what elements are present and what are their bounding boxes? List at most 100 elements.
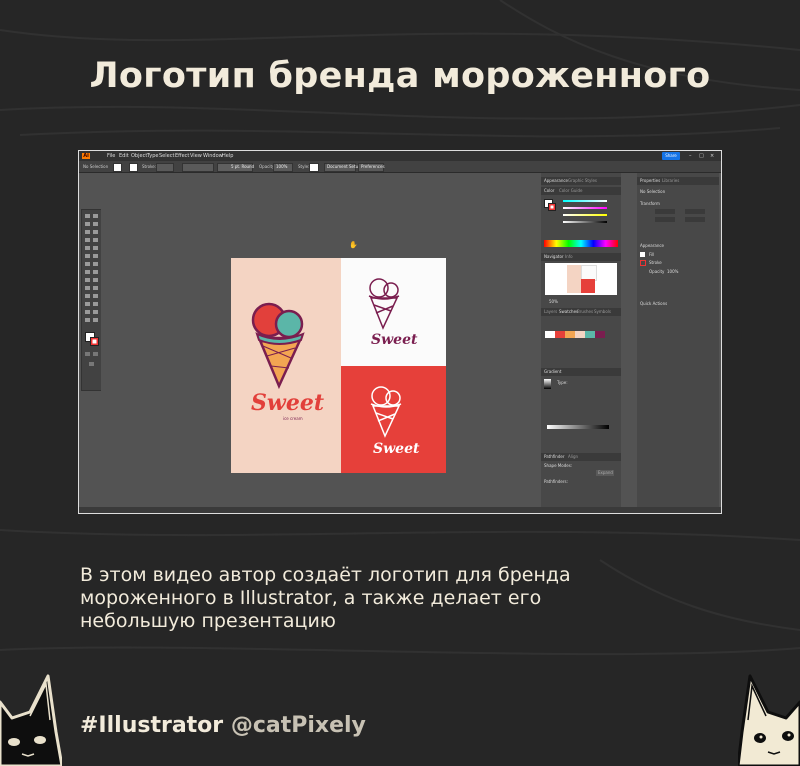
- swatch[interactable]: [595, 331, 605, 338]
- tab-graphic-styles[interactable]: Graphic Styles: [568, 178, 597, 183]
- eraser-tool-icon[interactable]: [93, 254, 98, 258]
- canvas[interactable]: ✋ Sweet ice cream Sweet Sweet: [101, 173, 531, 509]
- menu-select[interactable]: Select: [159, 151, 174, 161]
- width-tool-icon[interactable]: [85, 270, 90, 274]
- x-field[interactable]: [655, 209, 675, 214]
- tab-align[interactable]: Align: [568, 454, 578, 459]
- curvature-tool-icon[interactable]: [93, 230, 98, 234]
- symbol-sprayer-tool-icon[interactable]: [85, 302, 90, 306]
- selection-tool-icon[interactable]: [85, 214, 90, 218]
- share-button[interactable]: Share: [662, 152, 680, 160]
- swatch[interactable]: [565, 331, 575, 338]
- brush-value: 5 pt. Round: [231, 164, 255, 169]
- tab-symbols[interactable]: Symbols: [594, 309, 611, 314]
- preferences-label: Preferences: [361, 164, 385, 169]
- swatch[interactable]: [585, 331, 595, 338]
- rotate-tool-icon[interactable]: [85, 262, 90, 266]
- shape-builder-tool-icon[interactable]: [85, 278, 90, 282]
- h-field[interactable]: [685, 217, 705, 222]
- scale-tool-icon[interactable]: [93, 262, 98, 266]
- navigator-zoom[interactable]: 50%: [549, 299, 558, 304]
- eyedropper-tool-icon[interactable]: [85, 294, 90, 298]
- tab-info[interactable]: Info: [565, 254, 573, 259]
- maximize-icon[interactable]: □: [699, 151, 704, 161]
- swatch[interactable]: [555, 331, 565, 338]
- paintbrush-tool-icon[interactable]: [93, 246, 98, 250]
- line-tool-icon[interactable]: [93, 238, 98, 242]
- opacity-value[interactable]: 100%: [667, 269, 678, 274]
- tab-pathfinder[interactable]: Pathfinder: [544, 454, 565, 459]
- magenta-slider[interactable]: [563, 207, 607, 209]
- gradient-type-label: Type:: [557, 380, 568, 385]
- logo-tagline-color: ice cream: [283, 416, 303, 421]
- menu-effect[interactable]: Effect: [175, 151, 189, 161]
- free-transform-tool-icon[interactable]: [93, 270, 98, 274]
- black-slider[interactable]: [563, 221, 607, 223]
- screen-mode-icon[interactable]: [93, 352, 98, 356]
- w-field[interactable]: [655, 217, 675, 222]
- menu-file[interactable]: File: [107, 151, 115, 161]
- slice-tool-icon[interactable]: [93, 310, 98, 314]
- tab-color[interactable]: Color: [544, 188, 554, 193]
- stroke-color-icon[interactable]: [640, 260, 646, 266]
- stroke-label: Stroke:: [142, 164, 157, 169]
- swatch[interactable]: [545, 331, 555, 338]
- y-field[interactable]: [685, 209, 705, 214]
- footer-tags: #Illustrator @catPixely: [80, 713, 366, 738]
- gradient-slider[interactable]: [547, 425, 609, 429]
- direct-selection-tool-icon[interactable]: [93, 214, 98, 218]
- navigator-preview[interactable]: [545, 263, 617, 295]
- style-swatch[interactable]: [309, 163, 319, 172]
- menu-object[interactable]: Object: [131, 151, 147, 161]
- color-spectrum[interactable]: [544, 240, 618, 247]
- description-line: В этом видео автор создаёт логотип для б…: [80, 564, 571, 586]
- lasso-tool-icon[interactable]: [93, 222, 98, 226]
- tab-gradient[interactable]: Gradient: [544, 369, 561, 374]
- minimize-icon[interactable]: –: [689, 151, 692, 161]
- tab-libraries[interactable]: Libraries: [662, 178, 679, 183]
- yellow-slider[interactable]: [563, 214, 607, 216]
- menu-edit[interactable]: Edit: [119, 151, 129, 161]
- menu-window[interactable]: Window: [203, 151, 223, 161]
- stroke-color-icon[interactable]: [548, 203, 556, 211]
- stroke-swatch[interactable]: [129, 163, 138, 172]
- draw-mode-icon[interactable]: [85, 352, 90, 356]
- rectangle-tool-icon[interactable]: [85, 246, 90, 250]
- stroke-color-icon[interactable]: [90, 337, 99, 346]
- blend-tool-icon[interactable]: [93, 294, 98, 298]
- cyan-slider[interactable]: [563, 200, 607, 202]
- menu-view[interactable]: View: [190, 151, 202, 161]
- artboard[interactable]: Sweet ice cream Sweet Sweet: [231, 258, 446, 473]
- tab-navigator[interactable]: Navigator: [544, 254, 564, 259]
- description-line: небольшую презентацию: [80, 610, 336, 632]
- description-line: мороженного в Illustrator, а также делае…: [80, 587, 542, 609]
- tab-swatches[interactable]: Swatches: [559, 309, 578, 314]
- pen-tool-icon[interactable]: [85, 230, 90, 234]
- artboard-tool-icon[interactable]: [85, 310, 90, 314]
- shaper-tool-icon[interactable]: [85, 254, 90, 258]
- menu-type[interactable]: Type: [147, 151, 158, 161]
- edit-toolbar-icon[interactable]: [89, 362, 94, 366]
- gradient-tool-icon[interactable]: [93, 286, 98, 290]
- tab-brushes[interactable]: Brushes: [577, 309, 593, 314]
- stroke-weight-field[interactable]: [156, 163, 174, 172]
- description: В этом видео автор создаёт логотип для б…: [80, 564, 640, 633]
- fill-color-icon[interactable]: [640, 252, 645, 257]
- magic-wand-tool-icon[interactable]: [85, 222, 90, 226]
- close-icon[interactable]: ×: [710, 151, 714, 161]
- zoom-tool-icon[interactable]: [93, 318, 98, 322]
- perspective-grid-tool-icon[interactable]: [93, 278, 98, 282]
- hand-tool-icon[interactable]: [85, 318, 90, 322]
- tab-appearance[interactable]: Appearance: [544, 178, 568, 183]
- type-tool-icon[interactable]: [85, 238, 90, 242]
- menu-help[interactable]: Help: [222, 151, 233, 161]
- variable-width-field[interactable]: [182, 163, 214, 172]
- fill-swatch[interactable]: [113, 163, 122, 172]
- gradient-preview[interactable]: [544, 379, 551, 389]
- graph-tool-icon[interactable]: [93, 302, 98, 306]
- swatch[interactable]: [575, 331, 585, 338]
- mesh-tool-icon[interactable]: [85, 286, 90, 290]
- tab-properties[interactable]: Properties: [640, 178, 660, 183]
- tab-color-guide[interactable]: Color Guide: [559, 188, 582, 193]
- tab-layers[interactable]: Layers: [544, 309, 557, 314]
